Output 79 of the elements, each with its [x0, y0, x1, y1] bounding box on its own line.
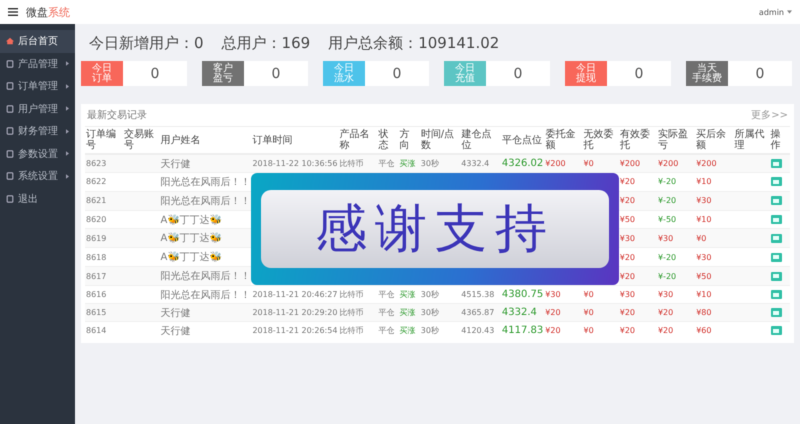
table-cell: ¥30 [656, 228, 696, 248]
table-cell: 8614 [85, 322, 124, 339]
table-cell: ¥20 [656, 322, 696, 339]
sidebar-item[interactable]: 参数设置 [0, 142, 75, 165]
chevron-icon [66, 106, 69, 112]
table-cell: 阳光总在风雨后！！ [159, 191, 252, 210]
table-cell: ¥80 [695, 304, 734, 322]
table-cell: ¥20 [618, 304, 657, 322]
table-cell: 比特币 [338, 322, 378, 339]
table-cell: 30秒 [420, 322, 460, 339]
table-cell: 比特币 [338, 304, 378, 322]
table-cell: ¥-20 [656, 266, 696, 286]
table-cell: ¥30 [695, 191, 734, 210]
card-value: 0 [754, 64, 766, 84]
card-value: 0 [150, 64, 160, 84]
table-cell: A🐝丁丁达🐝 [159, 228, 252, 248]
table-cell: ¥0 [582, 322, 619, 339]
banner-text: 感谢支持 [261, 190, 609, 268]
card-label: 今日 订单 [81, 61, 123, 86]
table-cell: ¥20 [656, 304, 696, 322]
table-cell: ¥50 [695, 266, 734, 286]
table-cell: 平仓 [377, 304, 399, 322]
table-cell: 阳光总在风雨后！！ [159, 266, 252, 286]
sidebar-item[interactable]: 退出 [0, 188, 75, 210]
table-cell: 天行健 [159, 304, 252, 322]
chevron-icon [66, 61, 69, 66]
table-cell: 买涨 [398, 304, 420, 322]
card-value: 0 [512, 64, 524, 84]
table-cell: 8621 [85, 191, 124, 210]
table-cell: ¥60 [695, 322, 734, 339]
table-cell: ¥-20 [656, 191, 696, 210]
table-cell: 8615 [85, 304, 124, 322]
stat-text: 今日新增用户：0 [89, 34, 204, 53]
sidebar-item[interactable]: 系统设置 [0, 165, 75, 188]
brand-logo: 微盘系统 [26, 4, 70, 20]
card-value: 0 [392, 64, 402, 84]
card-label: 今日 提现 [565, 61, 607, 86]
sidebar-item[interactable]: 产品管理 [0, 52, 75, 75]
card-label: 当天 手续费 [686, 61, 728, 86]
panel-title: 最新交易记录 [87, 108, 147, 122]
sidebar-item[interactable]: 财务管理 [0, 120, 75, 142]
table-cell: 2018-11-21 20:26:54 [251, 322, 338, 339]
table-cell: 平仓 [377, 322, 399, 339]
table-cell: ¥20 [618, 191, 657, 210]
chevron-icon [66, 174, 69, 179]
card-label: 今日 充值 [444, 61, 486, 86]
chevron-icon [66, 128, 69, 134]
sidebar-item[interactable]: 订单管理 [0, 75, 75, 98]
stat-text: 用户总余额：109141.02 [328, 34, 500, 53]
caret-icon [787, 10, 792, 14]
card-label: 今日 流水 [323, 61, 365, 86]
card-value: 0 [270, 64, 282, 84]
card-label: 客户 盈亏 [202, 61, 244, 86]
table-cell: 4365.87 [460, 304, 501, 322]
table-cell: 2018-11-21 20:29:20 [251, 304, 338, 322]
table-cell: ¥0 [582, 304, 619, 322]
sidebar-item[interactable]: 后台首页 [0, 30, 75, 52]
user-menu[interactable]: admin [758, 8, 792, 16]
table-cell: 买涨 [398, 322, 420, 339]
table-cell: ¥20 [618, 322, 657, 339]
table-cell: 4332.4 [500, 304, 544, 322]
chevron-icon [66, 84, 69, 89]
table-cell: ¥0 [695, 228, 734, 248]
table-cell: 8619 [85, 228, 124, 248]
table-cell: 4120.43 [460, 322, 501, 339]
table-cell: 8617 [85, 266, 124, 286]
table-cell: 30秒 [420, 304, 460, 322]
sidebar-item[interactable]: 用户管理 [0, 98, 75, 120]
table-cell: ¥30 [618, 228, 657, 248]
chevron-icon [66, 151, 69, 156]
menu-icon[interactable] [8, 8, 18, 16]
table-cell: ¥20 [618, 266, 657, 286]
card-value: 0 [634, 64, 644, 84]
stat-text: 总用户：169 [222, 34, 310, 53]
table-cell: 天行健 [159, 322, 252, 339]
home-icon [6, 37, 14, 46]
table-cell: 4117.83 [500, 322, 544, 339]
table-cell: ¥20 [544, 304, 582, 322]
table-cell: ¥20 [544, 322, 582, 339]
